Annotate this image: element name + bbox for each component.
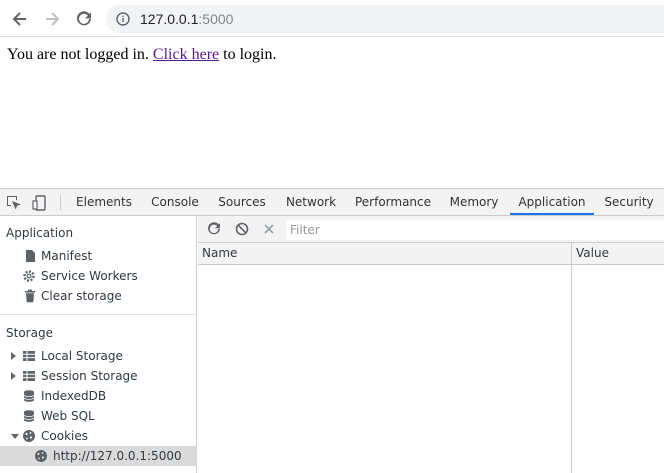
sidebar-item-cookie-origin[interactable]: http://127.0.0.1:5000 [0, 446, 197, 466]
application-sidebar: Application Manifest Service Workers Cle… [0, 216, 197, 473]
sidebar-item-label: Web SQL [41, 409, 95, 423]
url-host: 127.0.0.1 [140, 11, 199, 27]
url-text[interactable]: 127.0.0.1:5000 [140, 11, 233, 27]
sidebar-item-session-storage[interactable]: Session Storage [0, 366, 197, 386]
column-divider[interactable] [571, 243, 572, 473]
cookies-toolbar [198, 216, 664, 243]
reload-button[interactable] [73, 8, 95, 30]
reload-icon [77, 11, 91, 26]
device-toolbar-icon[interactable] [31, 194, 49, 212]
url-port: :5000 [198, 11, 234, 27]
collapse-arrow-icon[interactable] [11, 434, 19, 439]
sidebar-item-clear-storage[interactable]: Clear storage [0, 286, 197, 306]
sidebar-item-label: Clear storage [41, 289, 122, 303]
login-message: You are not logged in. [7, 46, 153, 63]
sidebar-item-manifest[interactable]: Manifest [0, 246, 197, 266]
sidebar-item-label: Cookies [41, 429, 88, 443]
tab-network[interactable]: Network [280, 189, 342, 215]
tab-security[interactable]: Security [600, 189, 658, 215]
cookie-icon [35, 450, 47, 462]
devtools-panel: Elements Console Sources Network Perform… [0, 188, 664, 473]
clear-all-icon[interactable] [234, 221, 250, 237]
inspect-element-icon[interactable] [5, 194, 23, 212]
login-link[interactable]: Click here [153, 46, 219, 63]
sidebar-item-label: Service Workers [41, 269, 138, 283]
page-content: You are not logged in. Click here to log… [7, 46, 276, 64]
sidebar-item-indexeddb[interactable]: IndexedDB [0, 386, 197, 406]
forward-button[interactable] [41, 8, 63, 30]
tab-sources[interactable]: Sources [212, 189, 272, 215]
browser-toolbar: 127.0.0.1:5000 [0, 0, 664, 37]
sidebar-item-label: Session Storage [41, 369, 138, 383]
column-header-name[interactable]: Name [202, 246, 237, 260]
trash-icon [25, 289, 35, 303]
document-icon [26, 250, 35, 262]
back-button[interactable] [9, 8, 31, 30]
cookies-panel: Name Value [198, 216, 664, 473]
column-header-value[interactable]: Value [576, 246, 609, 260]
application-section-header: Application [6, 226, 74, 240]
sidebar-item-cookies[interactable]: Cookies [0, 426, 197, 446]
refresh-icon[interactable] [206, 221, 222, 237]
tab-console[interactable]: Console [146, 189, 204, 215]
sidebar-item-web-sql[interactable]: Web SQL [0, 406, 197, 426]
toolbar-divider [60, 195, 61, 210]
filter-input[interactable] [286, 220, 664, 240]
delete-selected-icon[interactable] [261, 221, 277, 237]
forward-arrow-icon [46, 12, 60, 26]
storage-section-header: Storage [6, 326, 53, 340]
cookies-table-header: Name Value [198, 243, 664, 265]
tab-memory[interactable]: Memory [444, 189, 504, 215]
grid-icon [23, 371, 35, 381]
tab-elements[interactable]: Elements [70, 189, 138, 215]
address-bar[interactable]: 127.0.0.1:5000 [106, 5, 664, 33]
grid-icon [23, 351, 35, 361]
tab-application[interactable]: Application [510, 189, 594, 215]
expand-arrow-icon[interactable] [11, 372, 16, 380]
tab-performance[interactable]: Performance [350, 189, 436, 215]
database-icon [23, 390, 35, 402]
sidebar-item-label: IndexedDB [41, 389, 107, 403]
info-icon[interactable] [116, 12, 130, 26]
sidebar-item-local-storage[interactable]: Local Storage [0, 346, 197, 366]
back-arrow-icon [12, 12, 26, 26]
expand-arrow-icon[interactable] [11, 352, 16, 360]
devtools-tabbar: Elements Console Sources Network Perform… [0, 189, 664, 216]
sidebar-divider [0, 314, 197, 315]
login-message-suffix: to login. [219, 46, 277, 63]
gear-icon [23, 270, 35, 282]
database-icon [23, 410, 35, 422]
sidebar-item-label: http://127.0.0.1:5000 [53, 449, 182, 463]
cookie-icon [23, 430, 35, 442]
sidebar-item-label: Manifest [41, 249, 93, 263]
sidebar-item-service-workers[interactable]: Service Workers [0, 266, 197, 286]
sidebar-item-label: Local Storage [41, 349, 123, 363]
